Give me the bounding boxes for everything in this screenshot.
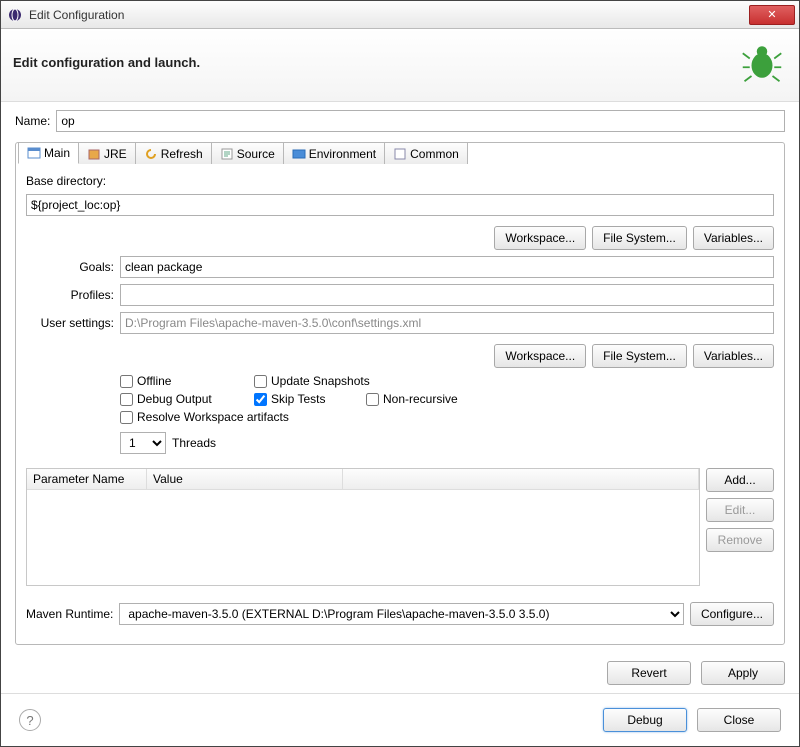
threads-label: Threads [172, 436, 216, 450]
base-dir-button-row: Workspace... File System... Variables... [26, 226, 774, 250]
user-settings-label: User settings: [26, 316, 114, 330]
jre-tab-icon [87, 147, 101, 161]
tab-environment[interactable]: Environment [283, 142, 385, 164]
goals-input[interactable] [120, 256, 774, 278]
threads-select[interactable]: 1 [120, 432, 166, 454]
window-close-button[interactable]: ✕ [749, 5, 795, 25]
tabs-panel: Main JRE Refresh Source Environment [15, 142, 785, 645]
param-edit-button[interactable]: Edit... [706, 498, 774, 522]
revert-apply-row: Revert Apply [15, 651, 785, 685]
environment-tab-icon [292, 147, 306, 161]
us-workspace-button[interactable]: Workspace... [494, 344, 586, 368]
col-spacer [343, 469, 699, 489]
name-row: Name: [15, 110, 785, 132]
profiles-row: Profiles: [26, 284, 774, 306]
window-title: Edit Configuration [29, 8, 749, 22]
update-snapshots-checkbox[interactable]: Update Snapshots [254, 374, 370, 388]
main-tab-icon [27, 146, 41, 160]
threads-row: 1 Threads [26, 432, 774, 454]
close-icon: ✕ [767, 8, 776, 21]
tab-main[interactable]: Main [18, 142, 79, 164]
configure-button[interactable]: Configure... [690, 602, 774, 626]
maven-runtime-row: Maven Runtime: apache-maven-3.5.0 (EXTER… [26, 602, 774, 626]
maven-runtime-label: Maven Runtime: [26, 607, 113, 621]
tabstrip: Main JRE Refresh Source Environment [18, 142, 774, 164]
basedir-variables-button[interactable]: Variables... [693, 226, 774, 250]
source-tab-icon [220, 147, 234, 161]
eclipse-icon [7, 7, 23, 23]
col-value[interactable]: Value [147, 469, 343, 489]
parameter-table[interactable]: Parameter Name Value [26, 468, 700, 586]
close-button[interactable]: Close [697, 708, 781, 732]
apply-button[interactable]: Apply [701, 661, 785, 685]
base-directory-label: Base directory: [26, 174, 774, 188]
param-remove-button[interactable]: Remove [706, 528, 774, 552]
bug-icon [741, 41, 783, 83]
profiles-input[interactable] [120, 284, 774, 306]
col-parameter-name[interactable]: Parameter Name [27, 469, 147, 489]
content-area: Name: Main JRE Refresh Sourc [1, 102, 799, 693]
tab-source[interactable]: Source [211, 142, 284, 164]
user-settings-input[interactable] [120, 312, 774, 334]
parameter-table-buttons: Add... Edit... Remove [706, 468, 774, 586]
user-settings-row: User settings: [26, 312, 774, 334]
subheader: Edit configuration and launch. [1, 29, 799, 102]
tab-common[interactable]: Common [384, 142, 468, 164]
offline-checkbox[interactable]: Offline [120, 374, 232, 388]
parameter-table-header: Parameter Name Value [27, 469, 699, 490]
tab-jre[interactable]: JRE [78, 142, 136, 164]
base-directory-input[interactable] [26, 194, 774, 216]
tab-refresh[interactable]: Refresh [135, 142, 212, 164]
us-filesystem-button[interactable]: File System... [592, 344, 687, 368]
parameter-table-wrap: Parameter Name Value Add... Edit... Remo… [26, 468, 774, 586]
basedir-filesystem-button[interactable]: File System... [592, 226, 687, 250]
revert-button[interactable]: Revert [607, 661, 691, 685]
titlebar: Edit Configuration ✕ [1, 1, 799, 29]
basedir-workspace-button[interactable]: Workspace... [494, 226, 586, 250]
resolve-workspace-checkbox[interactable]: Resolve Workspace artifacts [120, 410, 289, 424]
footer: ? Debug Close [1, 693, 799, 746]
non-recursive-checkbox[interactable]: Non-recursive [366, 392, 458, 406]
refresh-tab-icon [144, 147, 158, 161]
profiles-label: Profiles: [26, 288, 114, 302]
maven-runtime-select[interactable]: apache-maven-3.5.0 (EXTERNAL D:\Program … [119, 603, 684, 625]
user-settings-button-row: Workspace... File System... Variables... [26, 344, 774, 368]
dialog-window: Edit Configuration ✕ Edit configuration … [0, 0, 800, 747]
param-add-button[interactable]: Add... [706, 468, 774, 492]
name-label: Name: [15, 114, 50, 128]
us-variables-button[interactable]: Variables... [693, 344, 774, 368]
debug-output-checkbox[interactable]: Debug Output [120, 392, 232, 406]
name-input[interactable] [56, 110, 785, 132]
skip-tests-checkbox[interactable]: Skip Tests [254, 392, 344, 406]
tab-body-main: Base directory: Workspace... File System… [26, 164, 774, 626]
options-grid: Offline Update Snapshots Debug Output Sk… [26, 374, 774, 424]
help-icon[interactable]: ? [19, 709, 41, 731]
common-tab-icon [393, 147, 407, 161]
goals-row: Goals: [26, 256, 774, 278]
subheader-title: Edit configuration and launch. [13, 55, 200, 70]
goals-label: Goals: [26, 260, 114, 274]
debug-button[interactable]: Debug [603, 708, 687, 732]
